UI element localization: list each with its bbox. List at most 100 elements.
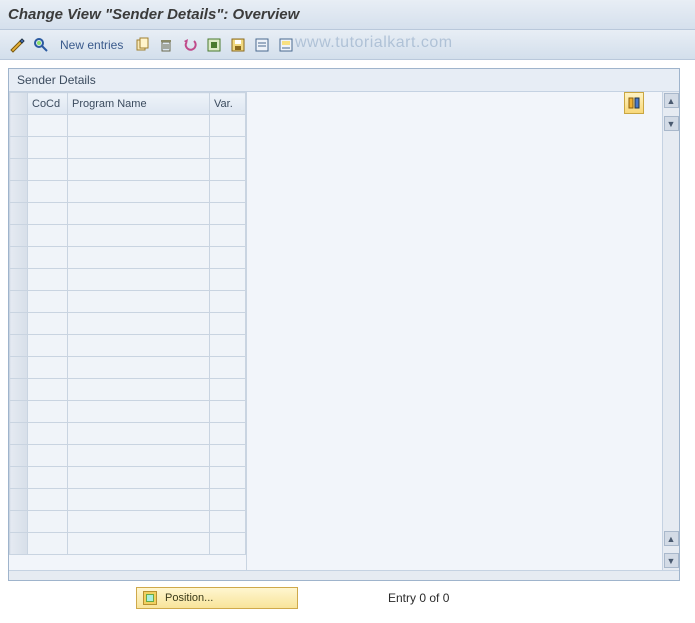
- cell-cocd[interactable]: [28, 247, 68, 269]
- cell-var[interactable]: [210, 291, 246, 313]
- cell-var[interactable]: [210, 467, 246, 489]
- cell-program-name[interactable]: [68, 203, 210, 225]
- row-selector[interactable]: [10, 401, 28, 423]
- cell-var[interactable]: [210, 533, 246, 555]
- cell-cocd[interactable]: [28, 137, 68, 159]
- scroll-down2-icon[interactable]: ▲: [664, 531, 679, 546]
- row-selector[interactable]: [10, 379, 28, 401]
- cell-program-name[interactable]: [68, 357, 210, 379]
- table-settings-icon[interactable]: [624, 92, 644, 114]
- cell-cocd[interactable]: [28, 159, 68, 181]
- horizontal-scroll-area[interactable]: [9, 570, 679, 580]
- cell-var[interactable]: [210, 489, 246, 511]
- row-selector[interactable]: [10, 269, 28, 291]
- cell-cocd[interactable]: [28, 115, 68, 137]
- cell-program-name[interactable]: [68, 423, 210, 445]
- delete-icon[interactable]: [157, 36, 175, 54]
- row-selector[interactable]: [10, 313, 28, 335]
- cell-cocd[interactable]: [28, 335, 68, 357]
- cell-cocd[interactable]: [28, 511, 68, 533]
- cell-var[interactable]: [210, 159, 246, 181]
- select-all-icon[interactable]: [205, 36, 223, 54]
- select-block-icon[interactable]: [277, 36, 295, 54]
- cell-program-name[interactable]: [68, 445, 210, 467]
- row-selector[interactable]: [10, 467, 28, 489]
- copy-icon[interactable]: [133, 36, 151, 54]
- cell-cocd[interactable]: [28, 467, 68, 489]
- cell-var[interactable]: [210, 401, 246, 423]
- row-selector[interactable]: [10, 445, 28, 467]
- row-selector[interactable]: [10, 533, 28, 555]
- scroll-down-icon[interactable]: ▼: [664, 553, 679, 568]
- row-selector[interactable]: [10, 203, 28, 225]
- cell-program-name[interactable]: [68, 269, 210, 291]
- row-selector-header[interactable]: [10, 93, 28, 115]
- cell-program-name[interactable]: [68, 335, 210, 357]
- cell-cocd[interactable]: [28, 357, 68, 379]
- cell-program-name[interactable]: [68, 379, 210, 401]
- cell-cocd[interactable]: [28, 225, 68, 247]
- row-selector[interactable]: [10, 225, 28, 247]
- cell-var[interactable]: [210, 115, 246, 137]
- cell-var[interactable]: [210, 247, 246, 269]
- undo-icon[interactable]: [181, 36, 199, 54]
- cell-cocd[interactable]: [28, 401, 68, 423]
- position-button[interactable]: Position...: [136, 587, 298, 609]
- cell-cocd[interactable]: [28, 379, 68, 401]
- toggle-display-change-icon[interactable]: [8, 36, 26, 54]
- row-selector[interactable]: [10, 357, 28, 379]
- cell-program-name[interactable]: [68, 511, 210, 533]
- cell-cocd[interactable]: [28, 445, 68, 467]
- cell-var[interactable]: [210, 225, 246, 247]
- cell-var[interactable]: [210, 423, 246, 445]
- cell-cocd[interactable]: [28, 533, 68, 555]
- row-selector[interactable]: [10, 115, 28, 137]
- row-selector[interactable]: [10, 181, 28, 203]
- col-header-cocd[interactable]: CoCd: [28, 93, 68, 115]
- row-selector[interactable]: [10, 423, 28, 445]
- cell-var[interactable]: [210, 357, 246, 379]
- row-selector[interactable]: [10, 291, 28, 313]
- new-entries-button[interactable]: New entries: [56, 38, 127, 52]
- deselect-all-icon[interactable]: [253, 36, 271, 54]
- cell-cocd[interactable]: [28, 291, 68, 313]
- cell-var[interactable]: [210, 511, 246, 533]
- cell-var[interactable]: [210, 181, 246, 203]
- cell-program-name[interactable]: [68, 137, 210, 159]
- row-selector[interactable]: [10, 137, 28, 159]
- row-selector[interactable]: [10, 489, 28, 511]
- cell-var[interactable]: [210, 269, 246, 291]
- cell-program-name[interactable]: [68, 291, 210, 313]
- cell-cocd[interactable]: [28, 269, 68, 291]
- cell-var[interactable]: [210, 137, 246, 159]
- cell-var[interactable]: [210, 203, 246, 225]
- cell-cocd[interactable]: [28, 181, 68, 203]
- cell-program-name[interactable]: [68, 225, 210, 247]
- cell-cocd[interactable]: [28, 203, 68, 225]
- cell-cocd[interactable]: [28, 489, 68, 511]
- find-icon[interactable]: [32, 36, 50, 54]
- cell-program-name[interactable]: [68, 313, 210, 335]
- cell-program-name[interactable]: [68, 247, 210, 269]
- cell-var[interactable]: [210, 313, 246, 335]
- save-icon[interactable]: [229, 36, 247, 54]
- col-header-program-name[interactable]: Program Name: [68, 93, 210, 115]
- row-selector[interactable]: [10, 159, 28, 181]
- scroll-up-icon[interactable]: ▲: [664, 93, 679, 108]
- cell-program-name[interactable]: [68, 401, 210, 423]
- cell-program-name[interactable]: [68, 181, 210, 203]
- cell-program-name[interactable]: [68, 159, 210, 181]
- row-selector[interactable]: [10, 247, 28, 269]
- cell-var[interactable]: [210, 335, 246, 357]
- cell-cocd[interactable]: [28, 423, 68, 445]
- cell-program-name[interactable]: [68, 533, 210, 555]
- cell-var[interactable]: [210, 379, 246, 401]
- scroll-up2-icon[interactable]: ▼: [664, 116, 679, 131]
- cell-program-name[interactable]: [68, 115, 210, 137]
- cell-cocd[interactable]: [28, 313, 68, 335]
- cell-program-name[interactable]: [68, 467, 210, 489]
- cell-program-name[interactable]: [68, 489, 210, 511]
- cell-var[interactable]: [210, 445, 246, 467]
- row-selector[interactable]: [10, 335, 28, 357]
- row-selector[interactable]: [10, 511, 28, 533]
